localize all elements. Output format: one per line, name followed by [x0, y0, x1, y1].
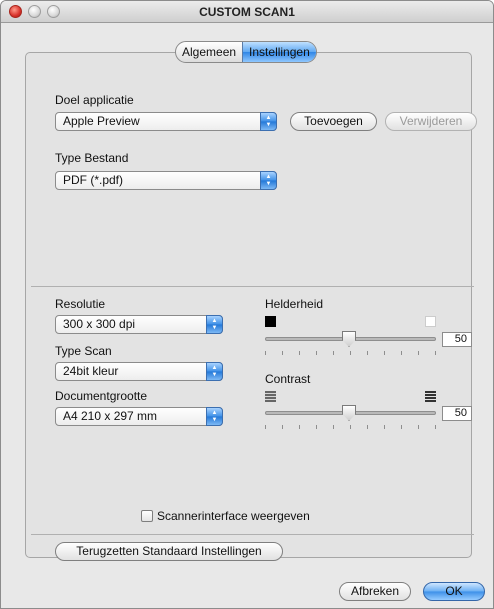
scan-type-label: Type Scan [55, 344, 112, 358]
add-button[interactable]: Toevoegen [290, 112, 377, 131]
contrast-value-field[interactable]: 50 [442, 406, 472, 421]
target-app-label: Doel applicatie [55, 93, 134, 107]
popup-arrows-icon: ▲ ▼ [206, 407, 223, 426]
remove-button[interactable]: Verwijderen [385, 112, 477, 131]
brightness-value-field[interactable]: 50 [442, 332, 472, 347]
contrast-label: Contrast [265, 372, 311, 386]
scan-type-select[interactable]: 24bit kleur ▲ ▼ [55, 362, 223, 381]
popup-arrows-icon: ▲ ▼ [206, 315, 223, 334]
dialog-window: CUSTOM SCAN1 Algemeen Instellingen Doel … [0, 0, 494, 609]
brightness-label: Helderheid [265, 297, 324, 311]
resolution-value: 300 x 300 dpi [63, 317, 136, 331]
title-bar: CUSTOM SCAN1 [1, 1, 493, 23]
bottom-divider [31, 534, 474, 535]
doc-size-value: A4 210 x 297 mm [63, 409, 158, 423]
light-square-icon [425, 316, 436, 327]
tab-instellingen[interactable]: Instellingen [242, 42, 316, 62]
popup-arrows-icon: ▲ ▼ [260, 112, 277, 131]
ok-button[interactable]: OK [423, 582, 485, 601]
doc-size-label: Documentgrootte [55, 389, 148, 403]
dark-square-icon [265, 316, 276, 327]
high-contrast-icon [425, 391, 436, 402]
reset-defaults-button[interactable]: Terugzetten Standaard Instellingen [55, 542, 283, 561]
scanner-interface-label[interactable]: Scannerinterface weergeven [157, 509, 310, 523]
resolution-label: Resolutie [55, 297, 106, 311]
target-app-select[interactable]: Apple Preview ▲ ▼ [55, 112, 277, 131]
file-type-select[interactable]: PDF (*.pdf) ▲ ▼ [55, 171, 277, 190]
scan-type-value: 24bit kleur [63, 364, 119, 378]
file-type-value: PDF (*.pdf) [63, 173, 124, 187]
scanner-interface-checkbox[interactable] [141, 510, 153, 522]
low-contrast-icon [265, 391, 276, 402]
contrast-ticks [265, 425, 436, 429]
cancel-button[interactable]: Afbreken [339, 582, 411, 601]
popup-arrows-icon: ▲ ▼ [260, 171, 277, 190]
tab-algemeen[interactable]: Algemeen [176, 42, 242, 62]
resolution-select[interactable]: 300 x 300 dpi ▲ ▼ [55, 315, 223, 334]
section-divider [31, 286, 474, 287]
window-title: CUSTOM SCAN1 [199, 5, 295, 19]
file-type-label: Type Bestand [55, 151, 129, 165]
tab-bar: Algemeen Instellingen [175, 41, 317, 63]
brightness-ticks [265, 351, 436, 355]
doc-size-select[interactable]: A4 210 x 297 mm ▲ ▼ [55, 407, 223, 426]
popup-arrows-icon: ▲ ▼ [206, 362, 223, 381]
target-app-value: Apple Preview [63, 114, 140, 128]
